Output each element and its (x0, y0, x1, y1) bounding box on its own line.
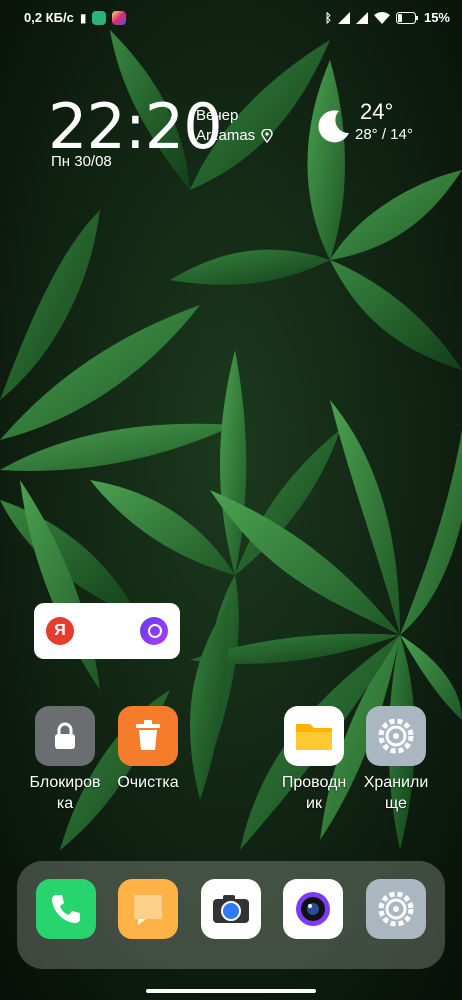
app-label: Блокировка (29, 774, 101, 812)
clock-city: Arzamas (196, 127, 273, 144)
network-speed: 0,2 КБ/с (24, 10, 74, 25)
location-pin-icon (261, 128, 273, 143)
camera-icon[interactable] (201, 879, 261, 939)
clock-date: Пн 30/08 (51, 153, 112, 170)
signal-icon (337, 11, 350, 24)
shield-app-icon (92, 10, 107, 25)
folder-icon[interactable] (284, 706, 344, 766)
app-lock[interactable]: Блокировка (22, 706, 108, 814)
weather-range: 28° / 14° (355, 126, 413, 143)
status-bar-right: ᛒ 15% (325, 10, 450, 25)
alice-icon[interactable] (140, 617, 168, 645)
gear-icon[interactable] (366, 879, 426, 939)
battery-level: 15% (423, 10, 450, 25)
message-icon[interactable] (118, 879, 178, 939)
instagram-app-icon (112, 10, 127, 25)
city-name: Arzamas (196, 127, 256, 144)
app-label: Очистка (117, 774, 179, 791)
dock (17, 861, 445, 969)
bluetooth-icon: ᛒ (324, 10, 332, 25)
app-label: Проводник (281, 774, 347, 812)
navigation-gesture-bar[interactable] (146, 989, 316, 993)
gear-icon[interactable] (366, 706, 426, 766)
clock-period: Вечер (196, 107, 239, 124)
app-storage[interactable]: Хранилище (353, 706, 439, 814)
app-files[interactable]: Проводник (271, 706, 357, 814)
app-label: Хранилище (363, 774, 429, 812)
yandex-icon[interactable]: Я (46, 617, 74, 645)
vibrate-icon: ▮ (79, 10, 87, 25)
app-cleaner[interactable]: Очистка (105, 706, 191, 793)
status-bar-left: 0,2 КБ/с ▮ (24, 10, 127, 25)
signal-icon (355, 11, 368, 24)
battery-icon (395, 11, 418, 24)
moon-icon (318, 110, 349, 143)
wifi-icon (373, 11, 390, 24)
weather-temp[interactable]: 24° (360, 99, 393, 125)
yandex-search-widget[interactable]: Я (34, 603, 180, 659)
lens-icon[interactable] (283, 879, 343, 939)
trash-icon[interactable] (118, 706, 178, 766)
status-bar: 0,2 КБ/с ▮ ᛒ 15% (0, 0, 462, 40)
phone-icon[interactable] (36, 879, 96, 939)
lock-icon[interactable] (35, 706, 95, 766)
